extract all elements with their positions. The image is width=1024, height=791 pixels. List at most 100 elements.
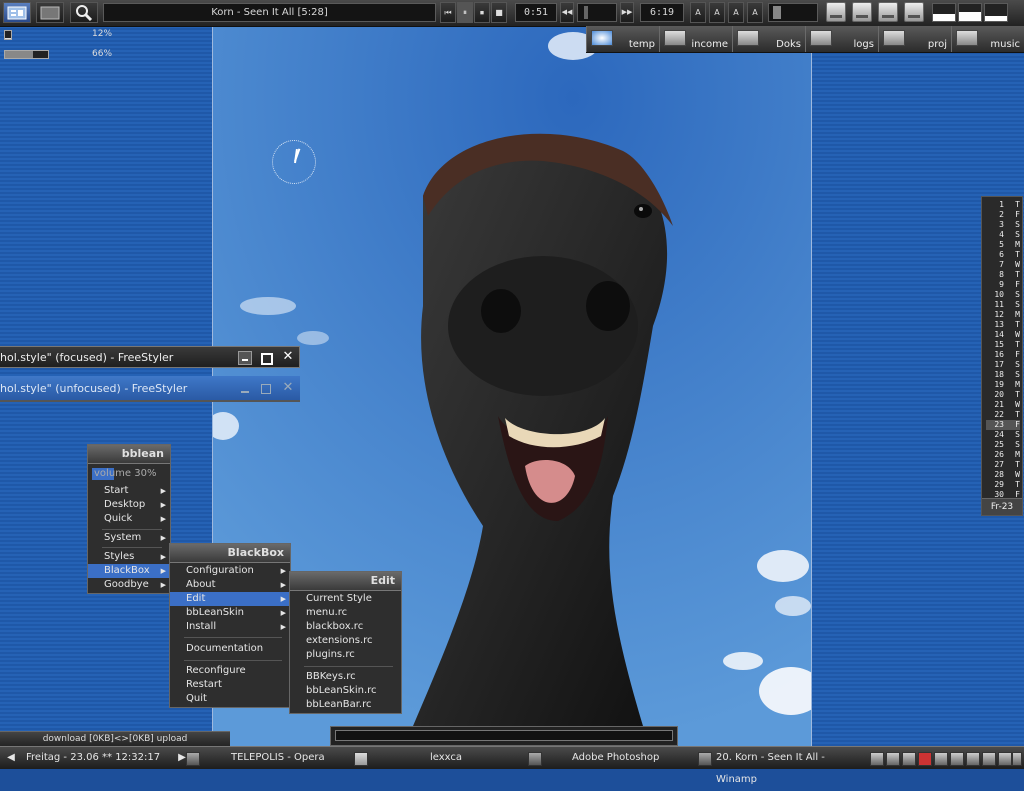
drive-icon[interactable] xyxy=(878,2,898,22)
eq-button-4[interactable]: A xyxy=(747,2,763,23)
maximize-button[interactable] xyxy=(259,382,273,396)
prev-track-button[interactable]: ⏮ xyxy=(440,2,456,23)
search-button[interactable] xyxy=(70,2,98,23)
menu-item-quit[interactable]: Quit xyxy=(170,692,290,706)
menu-item-bbleanskin-rc[interactable]: bbLeanSkin.rc xyxy=(290,684,401,698)
quicklaunch-proj[interactable]: proj xyxy=(878,26,951,52)
seek-handle[interactable] xyxy=(584,6,588,19)
menu-item-bbkeys-rc[interactable]: BBKeys.rc xyxy=(290,670,401,684)
menu-item-documentation[interactable]: Documentation xyxy=(170,642,290,656)
menu-item-extensions-rc[interactable]: extensions.rc xyxy=(290,634,401,648)
calendar-day[interactable]: 5M xyxy=(986,240,1020,250)
desktop-toggle-button[interactable] xyxy=(36,2,64,23)
calendar-day[interactable]: 23 F xyxy=(986,420,1020,430)
calendar-day[interactable]: 27 T xyxy=(986,460,1020,470)
tray-settings-icon[interactable] xyxy=(934,752,948,766)
calendar-day[interactable]: 26 M xyxy=(986,450,1020,460)
rewind-button[interactable]: ◀◀ xyxy=(560,2,574,23)
track-title-display[interactable]: Korn - Seen It All [5:28] xyxy=(103,3,436,22)
calendar-day[interactable]: 17 S xyxy=(986,360,1020,370)
next-track-button[interactable]: ■ xyxy=(491,2,507,23)
eq-button-3[interactable]: A xyxy=(728,2,744,23)
menu-item-restart[interactable]: Restart xyxy=(170,678,290,692)
quicklaunch-logs[interactable]: logs xyxy=(805,26,878,52)
calendar-day[interactable]: 24 S xyxy=(986,430,1020,440)
freestyler-window-focused[interactable]: hol.style" (focused) - FreeStyler ✕ xyxy=(0,346,300,368)
close-button[interactable]: ✕ xyxy=(281,381,295,396)
menu-item-plugins-rc[interactable]: plugins.rc xyxy=(290,648,401,662)
menu-item-desktop[interactable]: Desktop ▶ xyxy=(88,498,170,512)
volume-slider-item[interactable]: volume 30% xyxy=(88,467,170,481)
calendar-day[interactable]: 20 T xyxy=(986,390,1020,400)
calendar-day[interactable]: 4S xyxy=(986,230,1020,240)
tray-audio-icon[interactable] xyxy=(982,752,996,766)
drive-icon[interactable] xyxy=(852,2,872,22)
start-menu-button[interactable] xyxy=(3,2,31,23)
drive-icon[interactable] xyxy=(826,2,846,22)
calendar-day[interactable]: 12 M xyxy=(986,310,1020,320)
taskbar-prev-button[interactable]: ◀ xyxy=(4,747,18,769)
stop-button[interactable]: ⏹ xyxy=(474,2,490,23)
volume-slider[interactable] xyxy=(768,3,818,22)
freestyler-window-unfocused[interactable]: hol.style" (unfocused) - FreeStyler ✕ xyxy=(0,376,300,402)
calendar-day[interactable]: 7W xyxy=(986,260,1020,270)
minimize-button[interactable] xyxy=(238,351,252,365)
calendar-day[interactable]: 25 S xyxy=(986,440,1020,450)
menu-item-configuration[interactable]: Configuration ▶ xyxy=(170,564,290,578)
menu-item-current-style[interactable]: Current Style xyxy=(290,592,401,606)
calendar-day[interactable]: 1T xyxy=(986,200,1020,210)
menu-item-bbleanskin[interactable]: bbLeanSkin ▶ xyxy=(170,606,290,620)
menu-item-blackbox-rc[interactable]: blackbox.rc xyxy=(290,620,401,634)
menu-item-menu-rc[interactable]: menu.rc xyxy=(290,606,401,620)
menu-item-install[interactable]: Install ▶ xyxy=(170,620,290,634)
tray-arrow-icon[interactable] xyxy=(1012,752,1022,766)
calendar-day[interactable]: 29 T xyxy=(986,480,1020,490)
forward-button[interactable]: ▶▶ xyxy=(620,2,634,23)
calendar-day[interactable]: 21 W xyxy=(986,400,1020,410)
menu-item-system[interactable]: System ▶ xyxy=(88,531,170,545)
calendar-day[interactable]: 13 T xyxy=(986,320,1020,330)
quicklaunch-temp[interactable]: temp xyxy=(586,26,659,52)
calendar-day[interactable]: 16 F xyxy=(986,350,1020,360)
tray-display-icon[interactable] xyxy=(966,752,980,766)
eq-button-1[interactable]: A xyxy=(690,2,706,23)
tray-adobe-icon[interactable] xyxy=(918,752,932,766)
calendar-day[interactable]: 22 T xyxy=(986,410,1020,420)
pause-button[interactable]: ⏸ xyxy=(457,2,473,23)
tray-app-icon[interactable] xyxy=(998,752,1012,766)
seek-slider[interactable] xyxy=(577,3,617,22)
menu-item-bbleanbar-rc[interactable]: bbLeanBar.rc xyxy=(290,698,401,712)
calendar-day[interactable]: 8T xyxy=(986,270,1020,280)
quicklaunch-doks[interactable]: Doks xyxy=(732,26,805,52)
maximize-button[interactable] xyxy=(259,351,273,365)
calendar-day[interactable]: 6T xyxy=(986,250,1020,260)
tray-network-icon[interactable] xyxy=(886,752,900,766)
volume-handle[interactable] xyxy=(773,6,781,19)
menu-item-reconfigure[interactable]: Reconfigure xyxy=(170,664,290,678)
close-button[interactable]: ✕ xyxy=(281,350,295,365)
menu-item-start[interactable]: Start ▶ xyxy=(88,484,170,498)
menu-item-styles[interactable]: Styles ▶ xyxy=(88,550,170,564)
task-photoshop[interactable]: Adobe Photoshop xyxy=(528,747,688,769)
calendar-day[interactable]: 3S xyxy=(986,220,1020,230)
calendar-day[interactable]: 11 S xyxy=(986,300,1020,310)
tray-monitor-icon[interactable] xyxy=(950,752,964,766)
menu-item-about[interactable]: About ▶ xyxy=(170,578,290,592)
tray-volume-icon[interactable] xyxy=(870,752,884,766)
task-opera[interactable]: TELEPOLIS - Opera xyxy=(186,747,346,769)
quicklaunch-music[interactable]: music xyxy=(951,26,1024,52)
calendar-day[interactable]: 18 S xyxy=(986,370,1020,380)
calendar-day[interactable]: 9F xyxy=(986,280,1020,290)
calendar-day[interactable]: 19 M xyxy=(986,380,1020,390)
calendar-day[interactable]: 14 W xyxy=(986,330,1020,340)
calendar-day[interactable]: 28 W xyxy=(986,470,1020,480)
task-winamp[interactable]: 20. Korn - Seen It All - Winamp xyxy=(698,747,864,785)
calendar-day[interactable]: 2F xyxy=(986,210,1020,220)
minimize-button[interactable] xyxy=(238,382,252,396)
drive-icon[interactable] xyxy=(904,2,924,22)
quicklaunch-income[interactable]: income xyxy=(659,26,732,52)
calendar-day[interactable]: 10 S xyxy=(986,290,1020,300)
menu-item-goodbye[interactable]: Goodbye ▶ xyxy=(88,578,170,592)
tray-security-icon[interactable] xyxy=(902,752,916,766)
menu-item-blackbox[interactable]: BlackBox ▶ xyxy=(88,564,170,578)
